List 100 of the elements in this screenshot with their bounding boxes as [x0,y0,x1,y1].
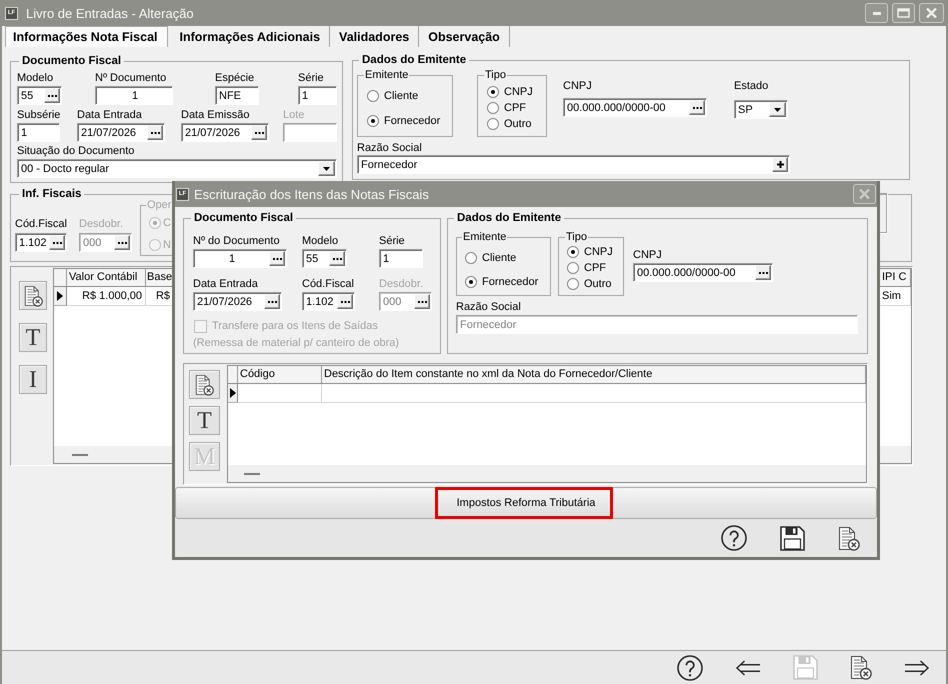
help-button[interactable] [721,525,747,551]
input-field[interactable]: 1 [298,86,337,105]
close-icon [926,8,937,18]
radio-option[interactable]: Fornecedor [367,113,440,129]
browse-button[interactable] [147,125,163,140]
input-field[interactable]: 1.102 [302,292,355,311]
field-label: Desdobr. [79,217,124,231]
radio-option[interactable]: Outro [567,276,612,292]
radio-option[interactable]: CNPJ [487,84,533,100]
group-title: Inf. Fiscais [21,187,82,201]
field-label: Subsérie [17,108,60,122]
field-label: Data Entrada [193,277,258,291]
minimize-icon [872,12,880,14]
group-title: Dados do Emitente [361,53,468,67]
radio-option[interactable]: Fornecedor [465,274,538,290]
document-x-icon [24,284,42,306]
group-title: Oper [146,198,172,212]
input-field[interactable]: 00.000.000/0000-00 [633,263,773,282]
input-field[interactable]: 00.000.000/0000-00 [563,98,707,117]
document-x-icon [850,655,872,680]
field-label: Cód.Fiscal [302,277,354,291]
save-button[interactable] [780,526,805,550]
dash-icon [72,454,88,456]
input-field[interactable]: NFE [215,86,259,105]
input-field[interactable]: 21/07/2026 [181,123,269,142]
group-title: Tipo [565,230,588,244]
field-label: Nº do Documento [193,234,280,248]
letter-button[interactable]: T [19,323,47,352]
browse-button[interactable] [337,294,353,309]
delete-button[interactable] [850,655,872,680]
radio-option[interactable]: CNPJ [567,244,613,260]
group-title: Tipo [484,68,507,82]
caret-down-icon [323,166,330,170]
field-label: Estado [734,79,768,93]
back-button[interactable] [735,660,761,676]
field-label: Data Emissão [181,108,250,122]
group-title: Documento Fiscal [193,211,294,225]
group-title: Emitente [462,230,508,244]
table-cell: R$ 1.000,00 [67,287,146,306]
browse-button[interactable] [251,125,267,140]
dropdown-field[interactable]: SP [734,100,788,119]
help-button[interactable] [677,654,703,680]
radio-option[interactable]: Outro [487,116,532,132]
document-x-icon [195,374,214,396]
field-label: Desdobr. [379,277,424,291]
input-field[interactable]: 1 [193,249,287,268]
radio-option[interactable]: Cliente [465,250,516,266]
browse-button[interactable] [44,88,60,103]
add-button[interactable] [772,157,788,172]
radio-option[interactable]: CPF [487,100,526,116]
dialog-title: Escrituração dos Itens das Notas Fiscais [194,186,429,202]
browse-button[interactable] [689,100,705,115]
browse-button[interactable] [755,265,771,280]
input-field[interactable]: 1 [17,123,60,142]
delete-button[interactable] [189,370,220,399]
letter-button[interactable]: I [19,365,47,394]
radio-option[interactable]: Cliente [367,88,418,104]
column-header: Valor Contábil [67,269,146,286]
forward-button[interactable] [904,660,930,676]
dropdown-field[interactable]: 00 - Docto regular [17,159,337,178]
dropdown-button[interactable] [318,161,335,176]
dropdown-button[interactable] [769,102,786,117]
help-icon [677,654,703,680]
tab[interactable]: Validadores [330,26,420,47]
input-field[interactable]: 21/07/2026 [77,123,165,142]
delete-button[interactable] [19,281,47,310]
taxes-button[interactable]: Impostos Reforma Tributária [175,487,877,519]
browse-button[interactable] [329,251,345,266]
field-label: Razão Social [357,141,422,155]
tab[interactable]: Informações Nota Fiscal [5,26,168,47]
browse-button[interactable] [264,294,280,309]
left-arrow-icon [735,660,761,676]
letter-button[interactable]: T [189,406,220,435]
column-header: Descrição do Item constante no xml da Nota do Fornecedor/Cliente [322,366,866,383]
field-label: Série [379,234,405,248]
field-label: Modelo [302,234,338,248]
field-label: Espécie [215,71,254,85]
input-field[interactable]: 1 [95,86,173,105]
input-field[interactable]: 1.102 [15,233,67,252]
input-field[interactable]: Fornecedor [357,155,790,174]
field-label: Cód.Fiscal [15,217,67,231]
group-title: Dados do Emitente [456,211,562,225]
input-field[interactable]: 55 [17,86,62,105]
input-field[interactable]: 1 [379,249,423,268]
delete-button[interactable] [838,526,860,550]
input-field[interactable]: 21/07/2026 [193,292,282,311]
browse-button[interactable] [49,235,65,250]
plus-icon [776,161,784,168]
tab[interactable]: Observação [419,26,510,47]
radio-option[interactable]: CPF [567,260,606,276]
tab[interactable]: Informações Adicionais [170,26,330,47]
input-field[interactable]: Fornecedor [456,315,858,334]
document-x-icon [838,526,860,550]
field-label: CNPJ [633,248,662,262]
window-title: Livro de Entradas - Alteração [26,6,194,20]
maximize-icon [897,8,910,18]
column-header: Código [238,366,322,383]
browse-button[interactable] [269,251,285,266]
help-icon [721,525,747,551]
input-field[interactable]: 55 [302,249,347,268]
